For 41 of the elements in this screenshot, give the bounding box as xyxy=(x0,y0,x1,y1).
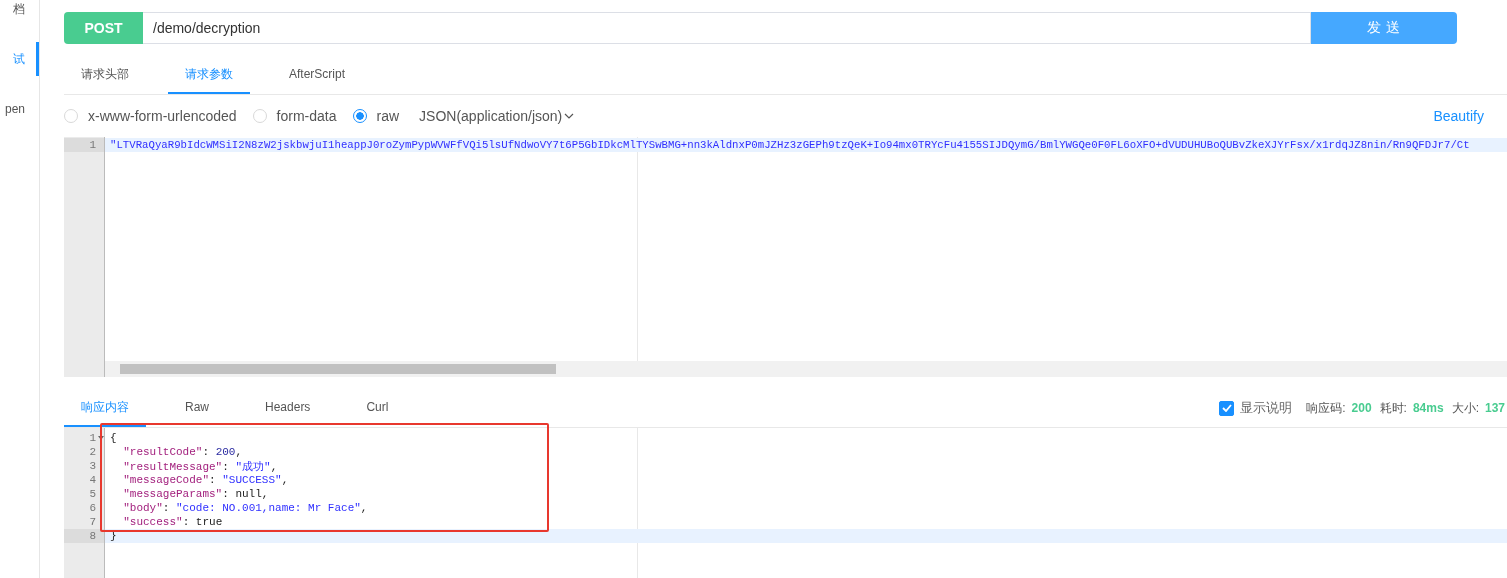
stat-label: 响应码: xyxy=(1306,399,1346,417)
code-line: "messageCode": "SUCCESS", xyxy=(122,474,289,486)
tab[interactable]: Headers xyxy=(248,389,328,427)
line-number: 3 xyxy=(89,460,96,472)
fold-arrow-icon[interactable] xyxy=(98,436,104,440)
line-number: 7 xyxy=(89,516,96,528)
line-number: 1 xyxy=(89,139,96,151)
horizontal-scrollbar[interactable] xyxy=(105,361,1507,377)
line-number: 8 xyxy=(89,530,96,542)
stat-value: 84ms xyxy=(1412,401,1444,415)
code-line: "resultCode": 200, xyxy=(122,446,243,458)
radio-label[interactable]: x-www-form-urlencoded xyxy=(88,108,237,124)
line-number: 6 xyxy=(89,502,96,514)
stat-label: 大小: xyxy=(1451,399,1479,417)
radio-button[interactable] xyxy=(352,109,367,123)
stat-value: 137 xyxy=(1484,401,1505,415)
radio-label[interactable]: raw xyxy=(376,108,400,124)
stat-value: 200 xyxy=(1351,401,1372,415)
sidebar-item[interactable]: pen xyxy=(0,92,39,126)
stat-label: 耗时: xyxy=(1379,399,1407,417)
sidebar-item[interactable]: 档 xyxy=(0,0,39,26)
tab[interactable]: Raw xyxy=(168,389,226,427)
radio-label[interactable]: form-data xyxy=(276,108,337,124)
tab[interactable]: AfterScript xyxy=(272,56,362,94)
code-line: "resultMessage": "成功", xyxy=(122,459,278,474)
code-line: "body": "code: NO.001,name: Mr Face", xyxy=(122,502,368,514)
code-line: "success": true xyxy=(122,516,223,528)
line-number: 1 xyxy=(89,432,96,444)
tab[interactable]: Curl xyxy=(349,389,406,427)
chevron-icon xyxy=(564,112,575,120)
code-line: "messageParams": null, xyxy=(122,488,269,500)
checkbox[interactable] xyxy=(1219,400,1235,416)
url-field[interactable]: /demo/decryption xyxy=(143,12,1311,44)
checkbox-label[interactable]: 显示说明 xyxy=(1240,399,1293,417)
line-number: 4 xyxy=(89,474,96,486)
code-line: { xyxy=(110,432,117,444)
code-line: "LTVRaQyaR9bIdcWMSiI2N8zW2jskbwjuI1heappJ0roZymPypWVWFfVQi5lsUfNdwoVY7t6P5GbIDkcMlTYSwBMG+nn3kAldnxP0mJZHz3zGEPh9tzQeK+Io94mx0TRYcFu4155SIJDQymG/BmlYWGQe0F0FL6oXFO+dVUDUHUBoQUBvZkeXJYrFsx/x1rdqJZ8nin/Rn9QFDJr7/Ct xyxy=(110,139,1470,151)
line-number: 5 xyxy=(89,488,96,500)
line-number: 2 xyxy=(89,446,96,458)
tab[interactable]: 请求头部 xyxy=(64,56,146,94)
request-editor[interactable] xyxy=(64,137,1507,377)
